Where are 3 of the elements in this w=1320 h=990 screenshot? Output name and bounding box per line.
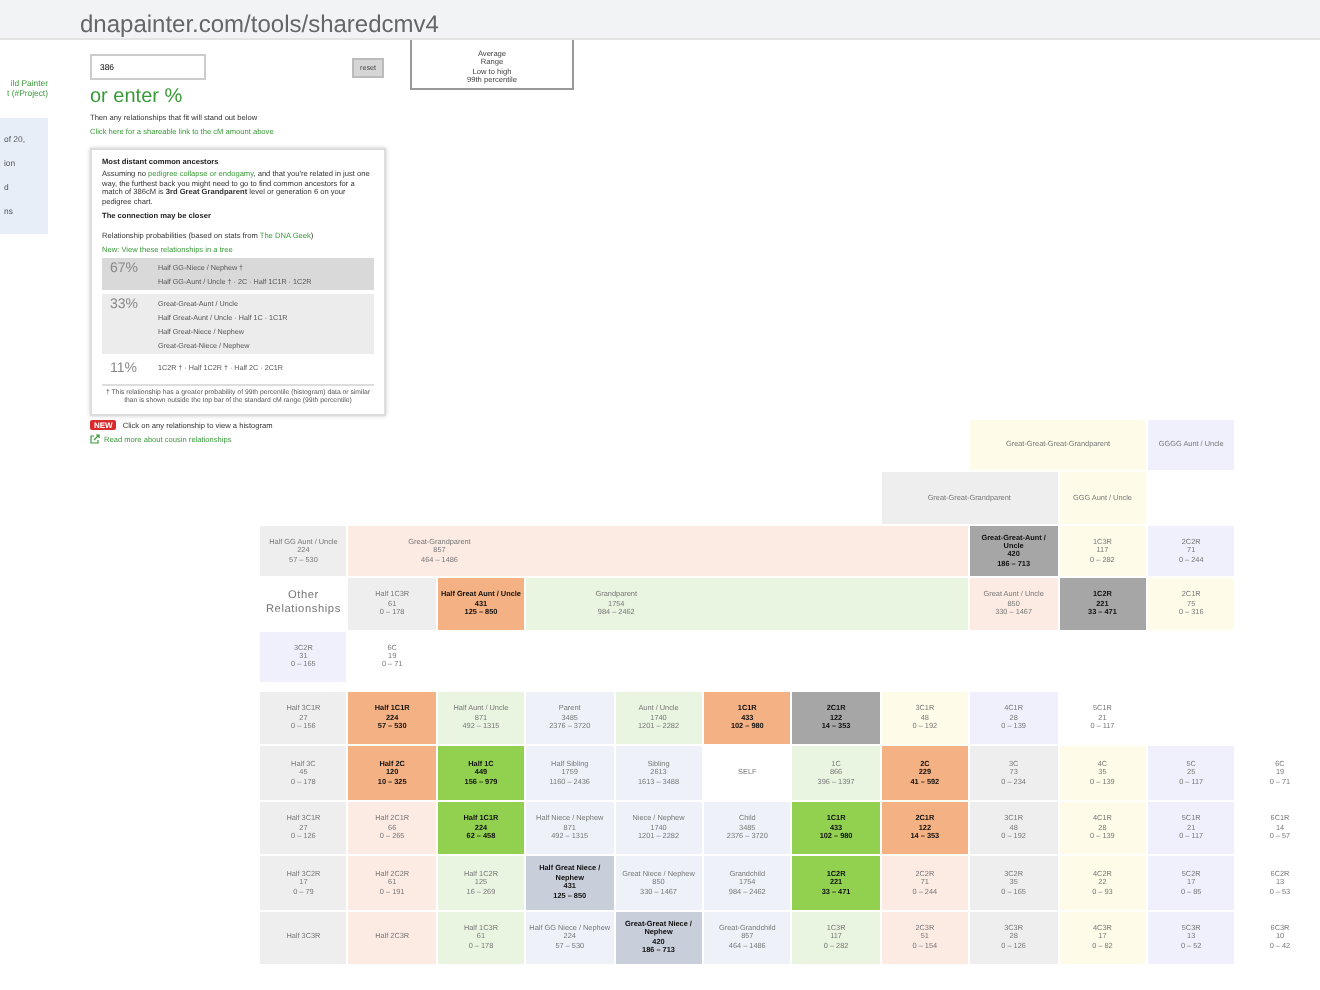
url-text[interactable]: dnapainter.com/tools/sharedcmv4 [80,10,439,38]
external-link-icon [90,434,100,444]
percent-heading: or enter % [90,86,185,108]
